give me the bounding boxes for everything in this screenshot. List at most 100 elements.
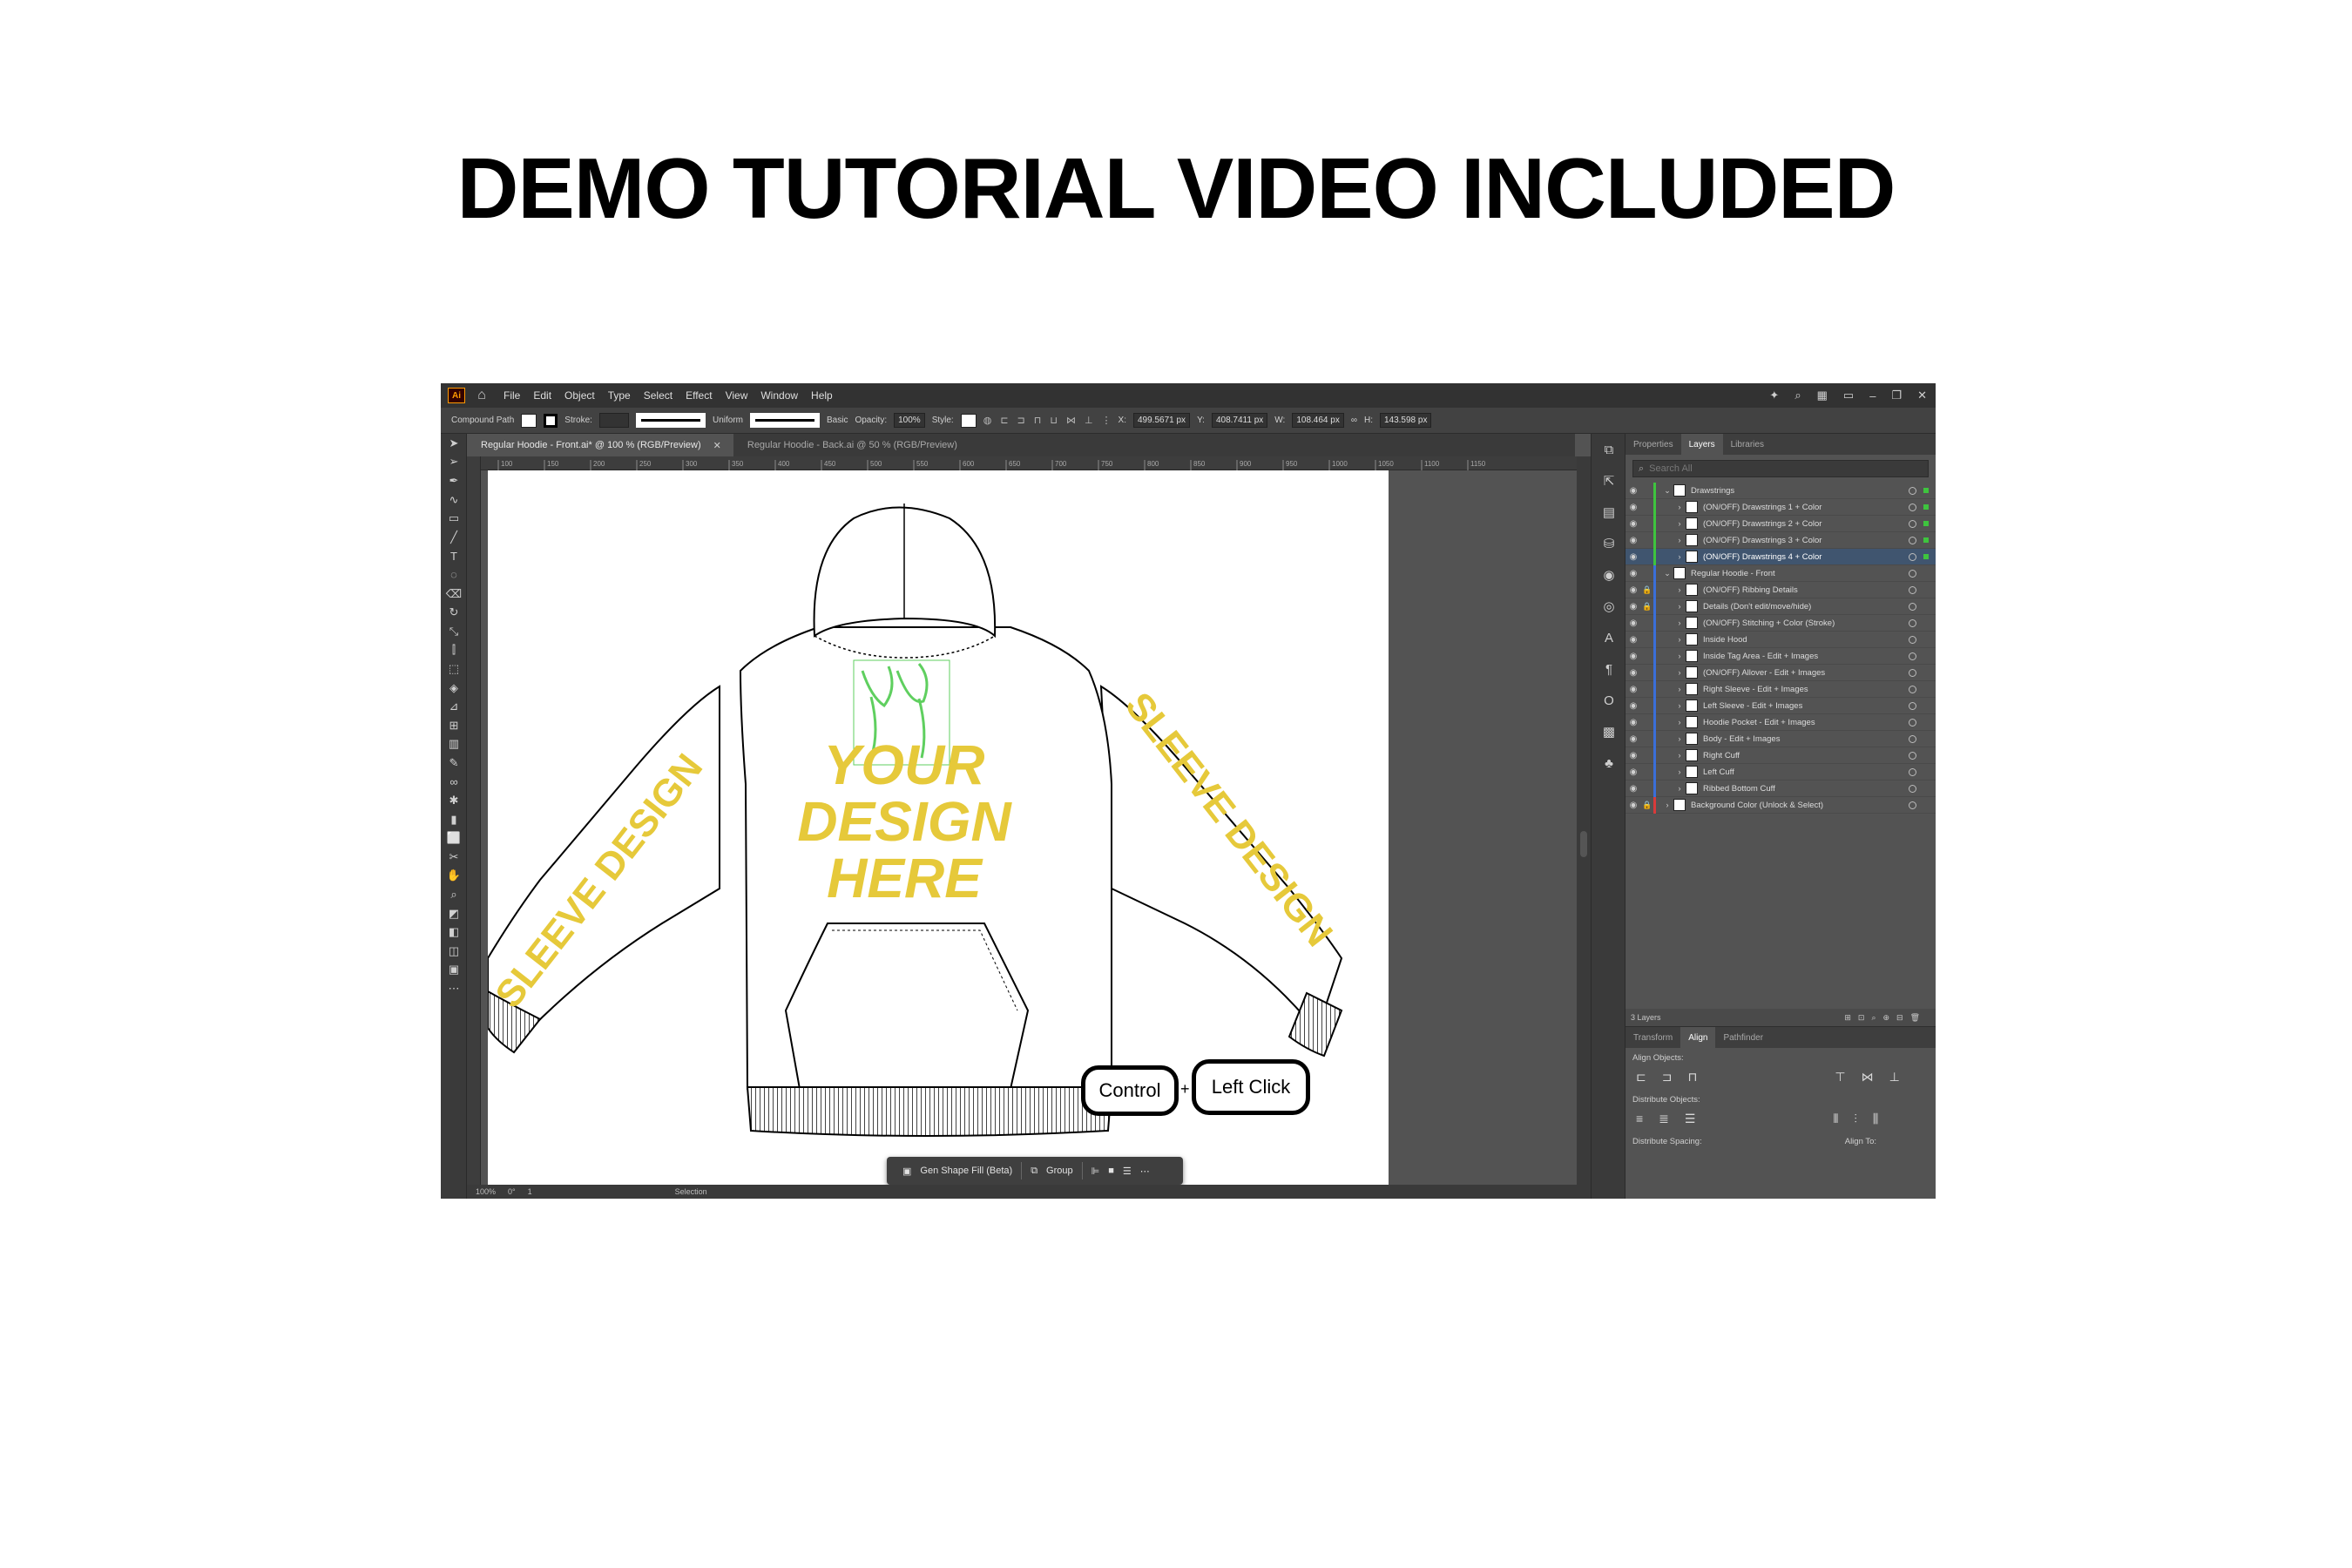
libraries-icon[interactable]: ⛁ xyxy=(1592,528,1626,559)
target-circle-icon[interactable] xyxy=(1909,618,1916,627)
align-icon[interactable]: ⊫ xyxy=(1092,1166,1100,1177)
visibility-eye-icon[interactable]: ◉ xyxy=(1625,585,1641,595)
chevron-right-icon[interactable]: › xyxy=(1673,585,1686,594)
slice-tool-icon[interactable]: ✂ xyxy=(441,848,467,867)
visibility-eye-icon[interactable]: ◉ xyxy=(1625,519,1641,529)
artboards-icon[interactable]: ⧉ xyxy=(1592,434,1626,465)
symbols-icon[interactable]: ♣ xyxy=(1592,747,1626,779)
style-swatch[interactable] xyxy=(960,413,977,428)
menu-select[interactable]: Select xyxy=(644,389,672,402)
stroke-weight-field[interactable] xyxy=(598,413,629,428)
group-button[interactable]: Group xyxy=(1046,1166,1073,1176)
menu-view[interactable]: View xyxy=(726,389,748,402)
graph-tool-icon[interactable]: ▮ xyxy=(441,810,467,829)
layer-row[interactable]: ◉ › (ON/OFF) Drawstrings 2 + Color xyxy=(1625,515,1936,532)
y-field[interactable]: 408.7411 px xyxy=(1211,413,1268,428)
opentype-icon[interactable]: O xyxy=(1592,685,1626,716)
visibility-eye-icon[interactable]: ◉ xyxy=(1625,635,1641,645)
swatches-icon[interactable]: ◎ xyxy=(1592,591,1626,622)
type-tool-icon[interactable]: T xyxy=(441,547,467,566)
align-bottom-icon[interactable]: ⊥ xyxy=(1085,415,1093,426)
target-circle-icon[interactable] xyxy=(1909,668,1916,677)
layer-row[interactable]: ◉ 🔒 › (ON/OFF) Ribbing Details xyxy=(1625,581,1936,598)
lock-icon[interactable]: 🔒 xyxy=(1641,801,1653,810)
opacity-field[interactable]: 100% xyxy=(894,413,925,428)
restore-icon[interactable]: ❐ xyxy=(1891,389,1902,402)
align-center-icon[interactable]: ⊐ xyxy=(1017,415,1025,426)
layer-row[interactable]: ◉ › (ON/OFF) Drawstrings 4 + Color xyxy=(1625,548,1936,565)
chevron-right-icon[interactable]: › xyxy=(1661,801,1673,809)
chevron-right-icon[interactable]: › xyxy=(1673,552,1686,561)
lock-icon[interactable]: 🔒 xyxy=(1641,585,1653,595)
menu-object[interactable]: Object xyxy=(564,389,595,402)
target-circle-icon[interactable] xyxy=(1909,552,1916,561)
chevron-right-icon[interactable]: › xyxy=(1673,701,1686,710)
layer-row[interactable]: ◉ › Inside Hood xyxy=(1625,631,1936,648)
layer-row[interactable]: ◉ › Ribbed Bottom Cuff xyxy=(1625,780,1936,797)
tab-pathfinder[interactable]: Pathfinder xyxy=(1715,1027,1771,1048)
chevron-right-icon[interactable]: › xyxy=(1673,718,1686,727)
stroke-label[interactable]: Stroke: xyxy=(564,416,592,425)
distribute-hcenter-icon[interactable]: ⫶ xyxy=(1854,1112,1857,1126)
eraser-tool-icon[interactable]: ⌫ xyxy=(441,585,467,604)
target-circle-icon[interactable] xyxy=(1909,536,1916,544)
lasso-tool-icon[interactable]: ◌ xyxy=(441,565,467,585)
visibility-eye-icon[interactable]: ◉ xyxy=(1625,701,1641,711)
stroke-profile-uniform[interactable] xyxy=(635,413,706,428)
chevron-right-icon[interactable]: › xyxy=(1673,668,1686,677)
layer-row[interactable]: ◉ › Left Sleeve - Edit + Images xyxy=(1625,697,1936,714)
link-icon[interactable]: ∞ xyxy=(1351,416,1357,425)
tab-front-document[interactable]: Regular Hoodie - Front.ai* @ 100 % (RGB/… xyxy=(467,434,733,456)
chevron-right-icon[interactable]: › xyxy=(1673,767,1686,776)
visibility-eye-icon[interactable]: ◉ xyxy=(1625,618,1641,628)
scale-tool-icon[interactable]: ⤡ xyxy=(441,622,467,641)
layer-row[interactable]: ◉ › Body - Edit + Images xyxy=(1625,730,1936,747)
tab-back-document[interactable]: Regular Hoodie - Back.ai @ 50 % (RGB/Pre… xyxy=(733,434,970,456)
target-circle-icon[interactable] xyxy=(1909,569,1916,578)
lock-icon[interactable]: 🔒 xyxy=(1641,602,1653,612)
color-mode-icon[interactable]: ◧ xyxy=(441,923,467,942)
close-tab-icon[interactable]: ✕ xyxy=(713,440,721,451)
horizontal-align-right-icon[interactable]: ⊓ xyxy=(1687,1070,1697,1085)
layer-row[interactable]: ◉ › Right Sleeve - Edit + Images xyxy=(1625,680,1936,698)
gradient-tool-icon[interactable]: ▥ xyxy=(441,735,467,754)
visibility-eye-icon[interactable]: ◉ xyxy=(1625,784,1641,794)
chevron-right-icon[interactable]: › xyxy=(1673,503,1686,511)
vertical-align-bottom-icon[interactable]: ⊥ xyxy=(1889,1070,1900,1085)
chevron-right-icon[interactable]: › xyxy=(1673,519,1686,528)
layer-row[interactable]: ◉ 🔒 › Background Color (Unlock & Select) xyxy=(1625,796,1936,814)
tab-libraries[interactable]: Libraries xyxy=(1723,434,1772,455)
horizontal-align-center-icon[interactable]: ⊐ xyxy=(1662,1070,1673,1085)
layer-row[interactable]: ◉ › Right Cuff xyxy=(1625,747,1936,764)
layers-search-input[interactable]: ⌕ Search All xyxy=(1632,460,1929,477)
artboard-tool-icon[interactable]: ⬜ xyxy=(441,828,467,848)
target-circle-icon[interactable] xyxy=(1909,602,1916,611)
layer-row[interactable]: ◉ ⌄ Regular Hoodie - Front xyxy=(1625,564,1936,582)
target-circle-icon[interactable] xyxy=(1909,685,1916,693)
menu-window[interactable]: Window xyxy=(760,389,798,402)
visibility-eye-icon[interactable]: ◉ xyxy=(1625,751,1641,760)
menu-lines-icon[interactable]: ☰ xyxy=(1123,1166,1132,1177)
menu-help[interactable]: Help xyxy=(811,389,833,402)
visibility-eye-icon[interactable]: ◉ xyxy=(1625,536,1641,545)
target-circle-icon[interactable] xyxy=(1909,718,1916,727)
layer-row[interactable]: ◉ › Left Cuff xyxy=(1625,763,1936,781)
selection-indicator[interactable] xyxy=(1923,521,1929,526)
target-circle-icon[interactable] xyxy=(1909,751,1916,760)
document-icon[interactable]: ▤ xyxy=(1592,497,1626,528)
chevron-right-icon[interactable]: › xyxy=(1673,784,1686,793)
scroll-thumb[interactable] xyxy=(1580,831,1587,857)
w-field[interactable]: 108.464 px xyxy=(1292,413,1344,428)
target-circle-icon[interactable] xyxy=(1909,767,1916,776)
rotation-value[interactable]: 0° xyxy=(508,1187,516,1196)
layer-actions-icons[interactable]: ⊞⊡⌕⊕⊟🗑 xyxy=(1844,1013,1927,1023)
chevron-down-icon[interactable]: ⌄ xyxy=(1661,486,1673,496)
align-right-icon[interactable]: ⊓ xyxy=(1034,415,1042,426)
h-field[interactable]: 143.598 px xyxy=(1379,413,1432,428)
rectangle-tool-icon[interactable]: ▭ xyxy=(441,509,467,528)
fill-swatch[interactable] xyxy=(521,413,537,428)
align-middle-icon[interactable]: ⋈ xyxy=(1066,415,1076,426)
chevron-right-icon[interactable]: › xyxy=(1673,602,1686,611)
blend-tool-icon[interactable]: ∞ xyxy=(441,773,467,792)
target-circle-icon[interactable] xyxy=(1909,519,1916,528)
